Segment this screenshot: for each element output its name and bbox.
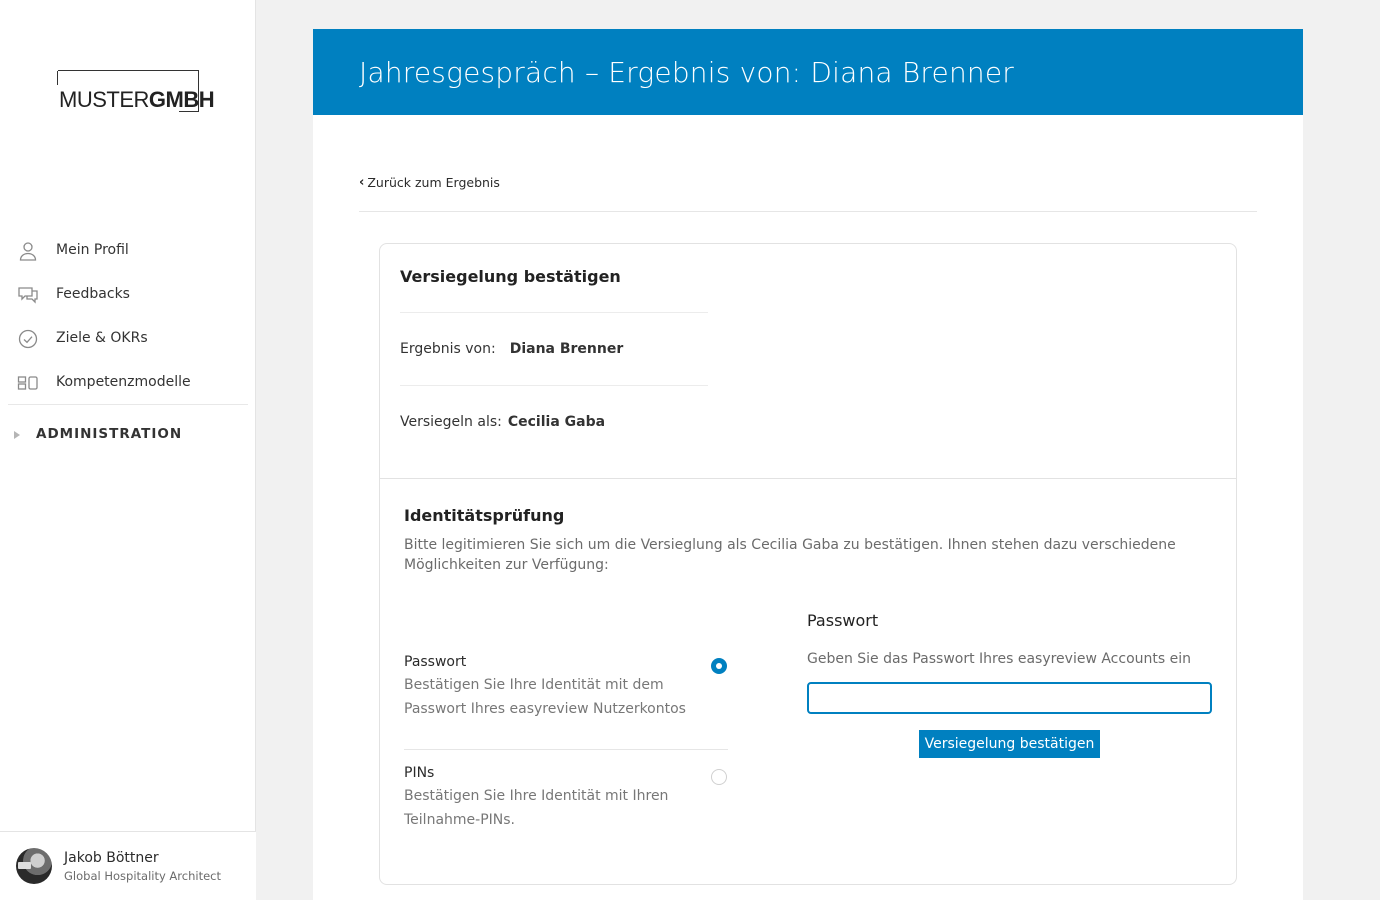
user-role: Global Hospitality Architect (64, 869, 221, 883)
divider (400, 385, 708, 386)
avatar (16, 848, 52, 884)
seal-as-row: Versiegeln als: Cecilia Gaba (400, 414, 605, 430)
identity-title: Identitätsprüfung (404, 506, 565, 525)
seal-as-label: Versiegeln als: (400, 414, 502, 430)
confirm-seal-button[interactable]: Versiegelung bestätigen (919, 730, 1100, 758)
check-circle-icon (17, 328, 39, 350)
main-card: Jahresgespräch – Ergebnis von: Diana Bre… (313, 29, 1303, 900)
expand-triangle-icon (14, 431, 20, 439)
main-nav: Mein Profil Feedbacks Ziele & OKRs Kompe… (0, 228, 256, 463)
admin-label: ADMINISTRATION (36, 426, 183, 442)
page-title: Jahresgespräch – Ergebnis von: Diana Bre… (313, 29, 1303, 115)
nav-label: Kompetenzmodelle (56, 374, 191, 390)
user-profile-bar[interactable]: Jakob Böttner Global Hospitality Archite… (0, 831, 256, 900)
seal-as-value: Cecilia Gaba (507, 414, 606, 430)
nav-item-ziele-okrs[interactable]: Ziele & OKRs (0, 316, 256, 360)
option-title: Passwort (404, 654, 467, 670)
option-description: Bestätigen Sie Ihre Identität mit dem Pa… (404, 677, 686, 717)
option-description: Bestätigen Sie Ihre Identität mit Ihren … (404, 788, 669, 828)
result-of-value: Diana Brenner (509, 341, 624, 357)
panel-title: Versiegelung bestätigen (400, 267, 621, 286)
user-icon (17, 240, 39, 262)
seal-confirmation-panel: Versiegelung bestätigen Ergebnis von: Dia… (379, 243, 1237, 885)
back-link[interactable]: ‹ Zurück zum Ergebnis (359, 175, 500, 190)
back-link-label: Zurück zum Ergebnis (367, 175, 500, 190)
password-form-description: Geben Sie das Passwort Ihres easyreview … (807, 651, 1192, 667)
radio-password[interactable] (711, 658, 727, 674)
nav-item-kompetenzmodelle[interactable]: Kompetenzmodelle (0, 360, 256, 404)
logo-text-light: MUSTER (59, 87, 149, 112)
sidebar: MUSTERGMBH Mein Profil Feedbacks Ziele &… (0, 0, 256, 900)
divider (404, 749, 728, 750)
divider (400, 312, 708, 313)
option-title: PINs (404, 765, 435, 781)
option-pins[interactable]: PINs Bestätigen Sie Ihre Identität mit I… (404, 765, 728, 832)
chevron-left-icon: ‹ (359, 175, 365, 190)
model-icon (17, 372, 39, 394)
radio-pins[interactable] (711, 769, 727, 785)
nav-label: Ziele & OKRs (56, 330, 148, 346)
user-name: Jakob Böttner (64, 850, 159, 866)
identity-description: Bitte legitimieren Sie sich um die Versi… (404, 537, 1176, 573)
result-of-row: Ergebnis von: Diana Brenner (400, 341, 623, 357)
password-input[interactable] (807, 682, 1212, 714)
divider (380, 478, 1236, 479)
divider (359, 211, 1257, 212)
logo-text-bold: GMBH (148, 87, 215, 112)
nav-label: Feedbacks (56, 286, 130, 302)
nav-label: Mein Profil (56, 242, 129, 258)
nav-item-administration[interactable]: ADMINISTRATION (0, 405, 256, 463)
company-logo[interactable]: MUSTERGMBH (57, 70, 215, 112)
chat-icon (17, 284, 39, 306)
result-of-label: Ergebnis von: (400, 341, 496, 357)
nav-item-mein-profil[interactable]: Mein Profil (0, 228, 256, 272)
password-form-title: Passwort (807, 611, 879, 630)
nav-item-feedbacks[interactable]: Feedbacks (0, 272, 256, 316)
option-password[interactable]: Passwort Bestätigen Sie Ihre Identität m… (404, 654, 728, 721)
